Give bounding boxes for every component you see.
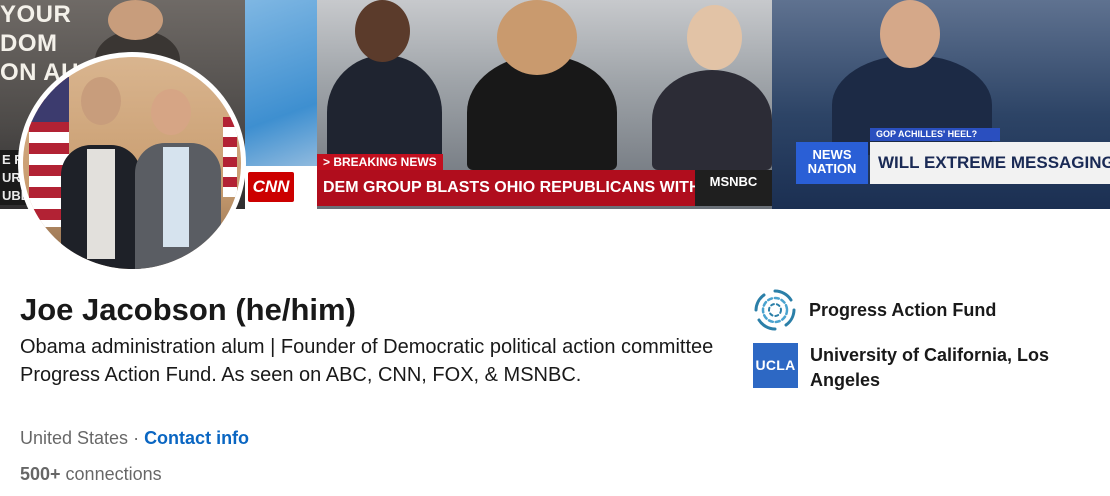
- breaking-news-tag: > BREAKING NEWS: [317, 154, 443, 170]
- profile-headline: Obama administration alum | Founder of D…: [20, 336, 714, 386]
- newsnation-logo: NEWS NATION: [796, 142, 868, 184]
- contact-info-link[interactable]: Contact info: [144, 428, 249, 448]
- banner-person-head: [880, 0, 940, 68]
- flag-stripes: [223, 117, 237, 197]
- cnn-logo-box: CNN: [245, 166, 317, 209]
- cnn-logo: CNN: [248, 172, 294, 202]
- affiliation-name: University of California, Los Angeles: [810, 345, 1050, 390]
- banner-panel-msnbc: > BREAKING NEWS DEM GROUP BLASTS OHIO RE…: [317, 0, 772, 209]
- profile-location: United States: [20, 428, 129, 448]
- photo-person-head: [81, 77, 121, 125]
- photo-person-head: [151, 89, 191, 135]
- flag-canton: [29, 77, 69, 122]
- profile-name: Joe Jacobson (he/him): [20, 292, 356, 327]
- banner-person-head: [108, 0, 163, 40]
- banner-person-head: [687, 5, 742, 70]
- banner-person: [652, 70, 772, 170]
- profile-meta-row: United States · Contact info: [20, 426, 249, 450]
- ucla-logo: UCLA: [753, 343, 798, 388]
- banner-person-head: [355, 0, 410, 62]
- profile-photo: [23, 57, 241, 269]
- banner-person: [327, 55, 442, 170]
- photo-person-shirt: [87, 149, 115, 259]
- msnbc-headline: DEM GROUP BLASTS OHIO REPUBLICANS WITH R…: [317, 170, 772, 206]
- affiliation-progress-action-fund[interactable]: Progress Action Fund: [753, 288, 1094, 332]
- banner-text-line: YOUR: [0, 1, 72, 28]
- connections-number: 500+: [20, 464, 61, 484]
- connections-count[interactable]: 500+ connections: [20, 462, 162, 486]
- msnbc-logo: MSNBC: [695, 170, 772, 206]
- banner-text-line: DOM: [0, 30, 58, 57]
- newsnation-topic: GOP ACHILLES' HEEL?: [870, 128, 1000, 141]
- banner-panel-cnn: CNN: [245, 0, 317, 209]
- connections-label: connections: [60, 464, 162, 484]
- affiliation-name: Progress Action Fund: [809, 300, 997, 320]
- banner-person-head: [497, 0, 577, 75]
- photo-person-shirt: [163, 147, 189, 247]
- separator-dot: ·: [128, 428, 145, 448]
- progress-action-fund-logo: [754, 289, 796, 331]
- avatar[interactable]: [18, 52, 246, 274]
- newsnation-headline: WILL EXTREME MESSAGING DRIVE VOTE: [870, 142, 1110, 184]
- banner-panel-newsnation: GOP ACHILLES' HEEL? NEWS NATION WILL EXT…: [772, 0, 1110, 209]
- affiliation-ucla[interactable]: UCLA University of California, Los Angel…: [753, 343, 1095, 393]
